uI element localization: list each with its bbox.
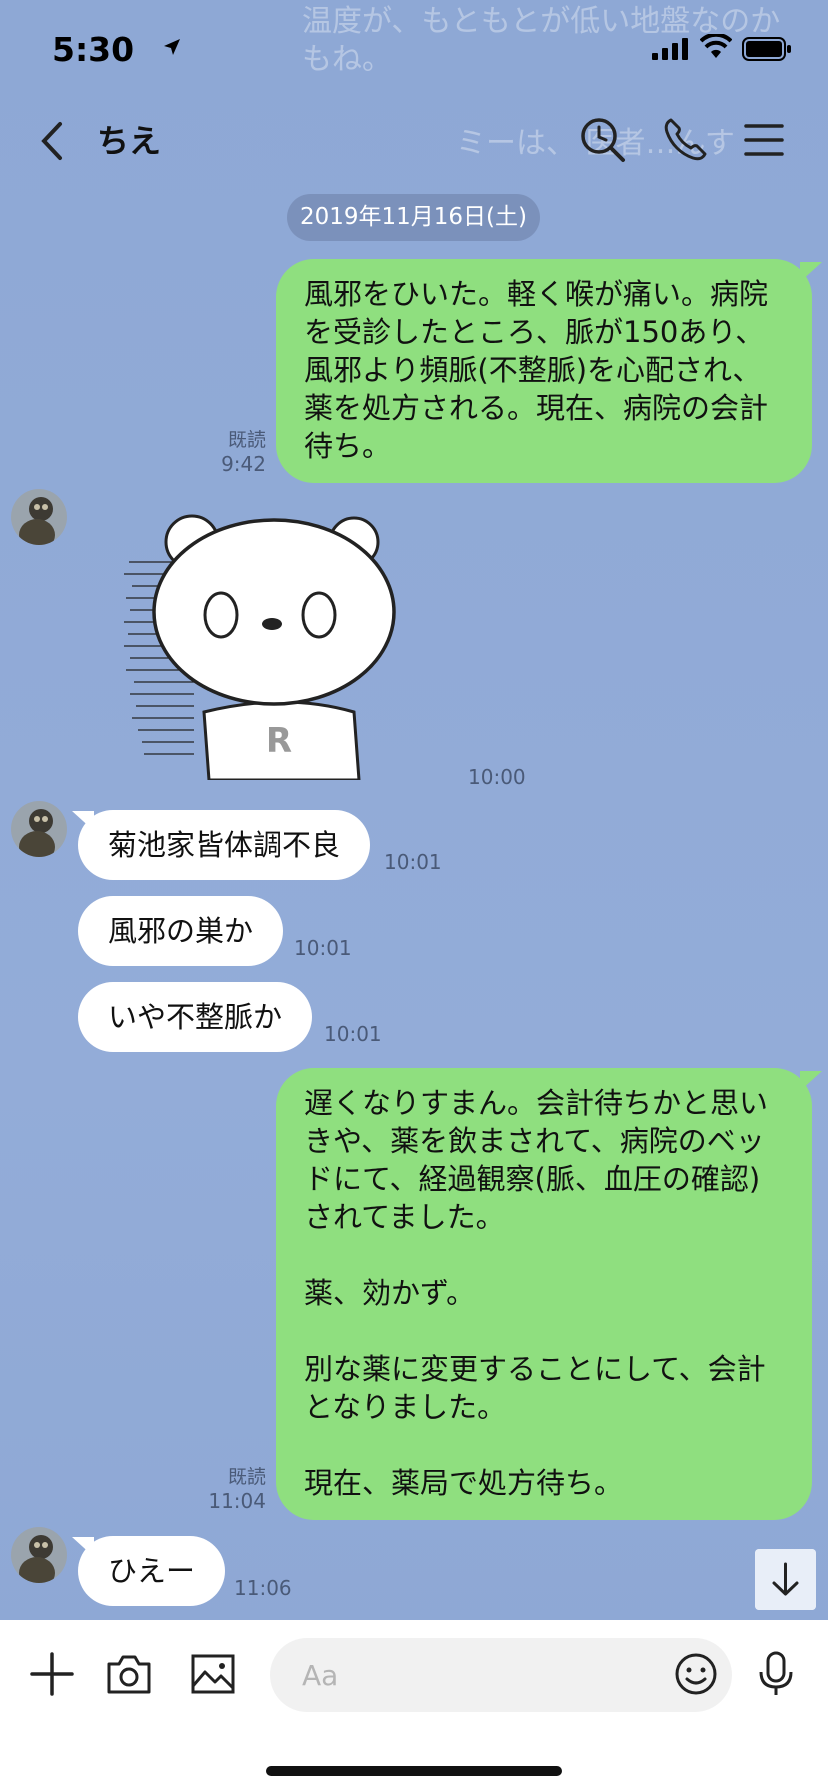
menu-icon[interactable] <box>740 116 788 164</box>
svg-text:R: R <box>266 721 292 761</box>
chat-title: ちえ <box>97 122 162 160</box>
plus-icon[interactable] <box>28 1650 76 1698</box>
message-input-bar <box>0 1620 828 1792</box>
avatar[interactable] <box>11 801 67 857</box>
their-message-bubble[interactable]: 菊池家皆体調不良 <box>78 810 371 880</box>
cellular-signal-icon <box>652 38 688 60</box>
message-time: 11:06 <box>234 1576 292 1600</box>
bear-sticker[interactable]: R <box>124 512 434 780</box>
location-arrow-icon <box>164 39 180 55</box>
scroll-to-bottom-button[interactable] <box>755 1549 816 1610</box>
their-message-bubble[interactable]: 風邪の巣か <box>78 896 284 966</box>
read-receipt: 既読 <box>227 1466 266 1488</box>
message-time: 10:01 <box>324 1022 382 1046</box>
phone-icon[interactable] <box>661 116 709 164</box>
emoji-icon[interactable] <box>674 1652 718 1696</box>
bubble-tail <box>800 262 822 282</box>
chat-screen: 温度が、もともとが低い地盤なのか もね。 ミーは、 医者…んす 5:30 ちえ … <box>0 0 828 1792</box>
read-receipt: 既読 <box>227 429 266 451</box>
message-time: 10:01 <box>294 936 352 960</box>
search-clock-icon[interactable] <box>579 116 627 164</box>
chat-header: ちえ <box>0 96 828 186</box>
avatar[interactable] <box>11 1527 67 1583</box>
bubble-tail <box>800 1071 822 1091</box>
message-time: 11:04 <box>208 1489 266 1513</box>
battery-icon <box>742 37 791 61</box>
status-bar: 5:30 <box>0 0 828 96</box>
avatar[interactable] <box>11 489 67 545</box>
my-message-bubble[interactable]: 遅くなりすまん。会計待ちかと思い きや、薬を飲まされて、病院のベッ ドにて、経過… <box>276 1068 812 1520</box>
message-time: 10:00 <box>468 765 526 789</box>
their-message-bubble[interactable]: いや不整脈か <box>78 982 313 1052</box>
message-time: 10:01 <box>384 850 442 874</box>
my-message-bubble[interactable]: 風邪をひいた。軽く喉が痛い。病院 を受診したところ、脈が150あり、 風邪より頻… <box>276 259 812 483</box>
back-chevron-icon[interactable] <box>36 120 68 162</box>
their-message-bubble[interactable]: ひえー <box>78 1536 226 1606</box>
date-separator: 2019年11月16日(土) <box>287 194 540 241</box>
microphone-icon[interactable] <box>752 1650 800 1698</box>
status-time: 5:30 <box>52 30 135 69</box>
message-input[interactable] <box>270 1638 732 1712</box>
message-meta: 既読 11:04 <box>200 1465 266 1513</box>
wifi-icon <box>700 34 732 58</box>
home-indicator[interactable] <box>266 1766 562 1776</box>
message-meta: 既読 9:42 <box>200 428 266 476</box>
message-time: 9:42 <box>221 452 266 476</box>
image-icon[interactable] <box>189 1650 237 1698</box>
camera-icon[interactable] <box>105 1650 153 1698</box>
